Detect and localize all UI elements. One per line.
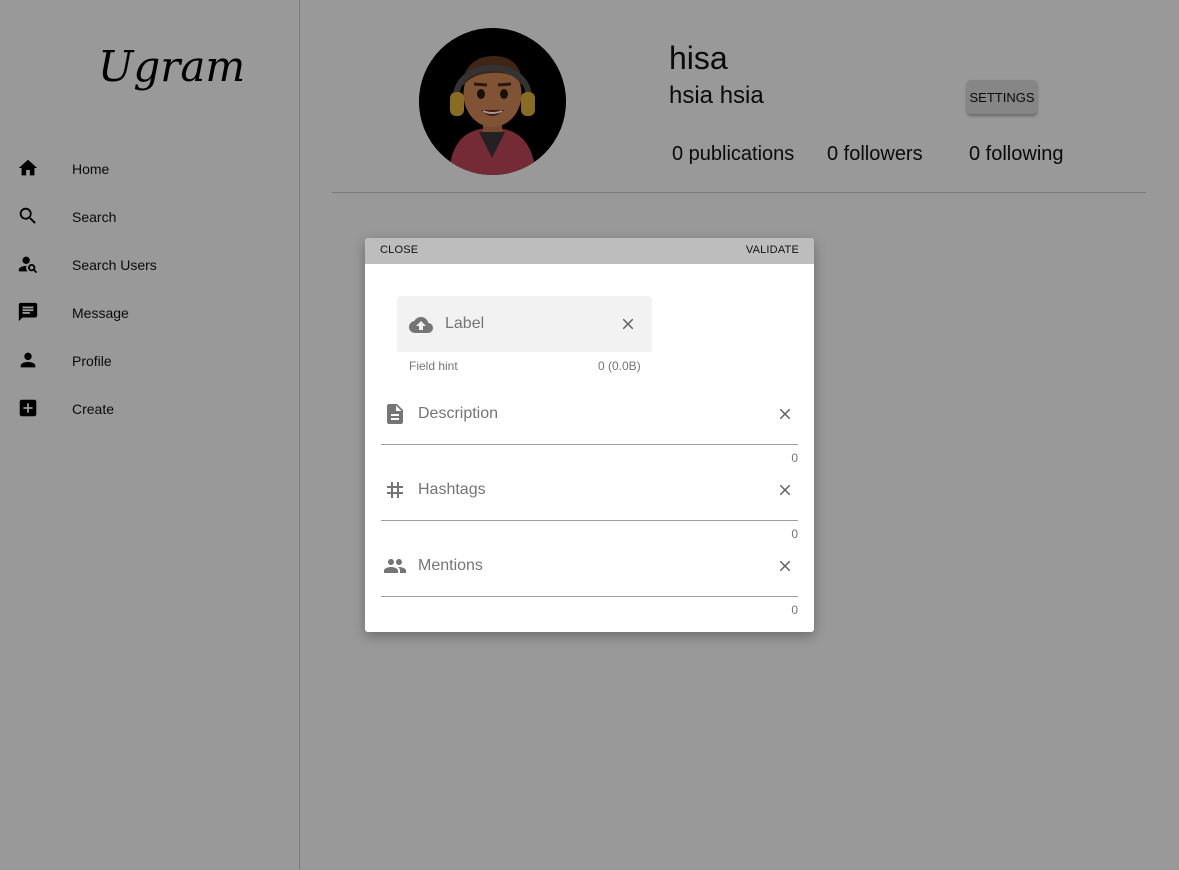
- close-button[interactable]: CLOSE: [380, 244, 418, 256]
- clear-mentions-icon[interactable]: [776, 557, 794, 575]
- dialog-toolbar: CLOSE VALIDATE: [365, 238, 814, 264]
- validate-button[interactable]: VALIDATE: [746, 244, 799, 256]
- file-field-hint: Field hint: [409, 359, 458, 373]
- hashtags-field[interactable]: Hashtags: [381, 464, 798, 521]
- clear-description-icon[interactable]: [776, 405, 794, 423]
- description-field[interactable]: Description: [381, 388, 798, 445]
- description-counter: 0: [791, 451, 798, 465]
- people-icon: [383, 554, 407, 578]
- file-field-label: Label: [445, 315, 485, 332]
- file-upload-field[interactable]: Label: [397, 296, 652, 352]
- description-label: Description: [418, 405, 499, 422]
- mentions-counter: 0: [791, 603, 798, 617]
- hashtags-counter: 0: [791, 527, 798, 541]
- clear-hashtags-icon[interactable]: [776, 481, 794, 499]
- clear-file-icon[interactable]: [619, 315, 637, 333]
- hashtags-label: Hashtags: [418, 481, 486, 498]
- mentions-label: Mentions: [418, 557, 483, 574]
- cloud-upload-icon: [409, 313, 433, 337]
- hashtag-icon: [383, 478, 407, 502]
- mentions-field[interactable]: Mentions: [381, 540, 798, 597]
- create-post-dialog: CLOSE VALIDATE Label Field hint 0 (0.0B)…: [365, 238, 814, 632]
- description-icon: [383, 402, 407, 426]
- file-field-size: 0 (0.0B): [598, 359, 641, 373]
